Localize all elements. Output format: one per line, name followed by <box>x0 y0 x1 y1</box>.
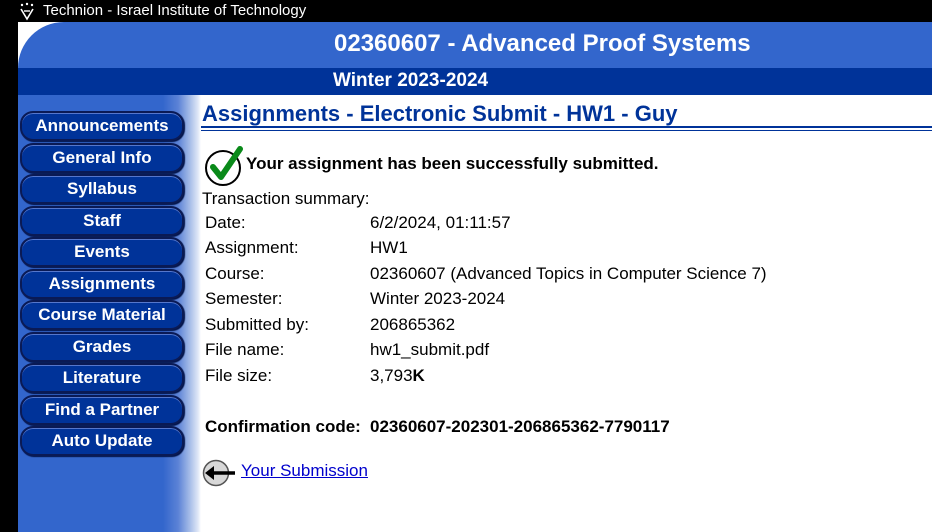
assignment-label: Assignment: <box>205 238 299 257</box>
date-label: Date: <box>205 213 246 232</box>
course-label: Course: <box>205 264 265 283</box>
semester-header: Winter 2023-2024 <box>18 68 932 95</box>
success-check-icon <box>205 146 243 186</box>
submitted-by-value: 206865362 <box>370 315 456 334</box>
semester-label: Semester: <box>205 289 283 308</box>
nav-assignments[interactable]: Assignments <box>20 269 184 299</box>
file-name-value: hw1_submit.pdf <box>370 340 490 359</box>
course-value: 02360607 (Advanced Topics in Computer Sc… <box>370 264 767 283</box>
file-size-value: 3,793K <box>370 366 425 386</box>
semester-title: Winter 2023-2024 <box>333 70 489 91</box>
transaction-summary-label: Transaction summary: <box>202 189 370 208</box>
technion-logo-icon <box>20 2 34 21</box>
left-black-strip <box>0 22 18 532</box>
nav-general-info[interactable]: General Info <box>20 143 184 173</box>
nav-grades[interactable]: Grades <box>20 332 184 362</box>
nav-literature[interactable]: Literature <box>20 363 184 393</box>
title-divider <box>201 126 932 128</box>
file-size-number: 3,793 <box>370 366 413 385</box>
assignment-value: HW1 <box>370 238 408 257</box>
nav-course-material[interactable]: Course Material <box>20 300 184 330</box>
confirmation-code-label: Confirmation code: <box>205 417 361 436</box>
confirmation-code-value: 02360607-202301-206865362-7790117 <box>370 417 670 436</box>
nav-staff[interactable]: Staff <box>20 206 184 236</box>
sidebar: Announcements General Info Syllabus Staf… <box>18 95 201 532</box>
success-message: Your assignment has been successfully su… <box>246 154 659 173</box>
semester-value: Winter 2023-2024 <box>370 289 506 308</box>
nav-events[interactable]: Events <box>20 237 184 267</box>
nav-find-a-partner[interactable]: Find a Partner <box>20 395 184 425</box>
submitted-by-label: Submitted by: <box>205 315 309 334</box>
back-arrow-icon[interactable] <box>202 459 236 487</box>
nav-syllabus[interactable]: Syllabus <box>20 174 184 204</box>
file-size-label: File size: <box>205 366 273 385</box>
page-title: Assignments - Electronic Submit - HW1 - … <box>202 101 678 126</box>
nav-announcements[interactable]: Announcements <box>20 111 184 141</box>
file-name-label: File name: <box>205 340 285 359</box>
file-size-unit: K <box>412 366 425 385</box>
course-header: 02360607 - Advanced Proof Systems <box>18 22 932 68</box>
nav-auto-update[interactable]: Auto Update <box>20 426 184 456</box>
date-value: 6/2/2024, 01:11:57 <box>370 213 511 232</box>
course-title: 02360607 - Advanced Proof Systems <box>334 30 751 57</box>
title-divider-thin <box>201 130 932 131</box>
institution-name: Technion - Israel Institute of Technolog… <box>43 2 307 19</box>
your-submission-link-text[interactable]: Your Submission <box>241 461 368 481</box>
top-bar: Technion - Israel Institute of Technolog… <box>0 0 932 22</box>
